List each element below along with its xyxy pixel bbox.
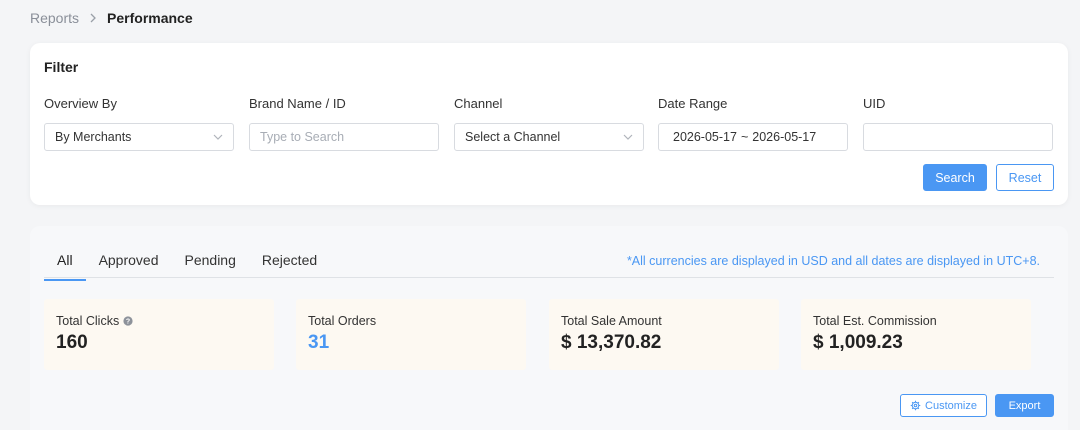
date-range-separator: ~ [740, 130, 749, 144]
overview-by-field: Overview By By Merchants [44, 96, 234, 151]
uid-input[interactable] [874, 130, 1042, 144]
stat-total-sale-amount: Total Sale Amount $ 13,370.82 [549, 299, 779, 370]
customize-button[interactable]: Customize [900, 394, 987, 417]
currency-notice: *All currencies are displayed in USD and… [626, 254, 1040, 268]
uid-label: UID [863, 96, 886, 111]
stat-value: $ 1,009.23 [813, 332, 903, 353]
status-tabs: All Approved Pending Rejected [44, 252, 330, 281]
breadcrumb: Reports Performance [30, 10, 193, 26]
tab-pending[interactable]: Pending [172, 252, 249, 278]
brand-label: Brand Name / ID [249, 96, 346, 111]
tab-rejected[interactable]: Rejected [249, 252, 330, 278]
brand-input-box [249, 123, 439, 151]
overview-by-value: By Merchants [55, 130, 132, 144]
overview-by-select[interactable]: By Merchants [44, 123, 234, 151]
brand-field: Brand Name / ID [249, 96, 439, 151]
tab-all[interactable]: All [44, 252, 86, 281]
reset-button[interactable]: Reset [996, 164, 1054, 191]
date-range-start: 2026-05-17 [673, 130, 737, 144]
brand-search-input[interactable] [260, 130, 428, 144]
stat-value-link[interactable]: 31 [308, 332, 514, 354]
search-button[interactable]: Search [923, 164, 987, 191]
overview-by-label: Overview By [44, 96, 117, 111]
date-range-picker[interactable]: 2026-05-17 ~ 2026-05-17 [658, 123, 848, 151]
chevron-down-icon [623, 134, 633, 140]
svg-text:?: ? [126, 319, 130, 326]
filter-title: Filter [44, 59, 79, 75]
export-button[interactable]: Export [995, 394, 1054, 417]
stat-label-text: Total Clicks [56, 314, 120, 328]
date-range-field: Date Range 2026-05-17 ~ 2026-05-17 [658, 96, 848, 151]
stat-total-orders: Total Orders 31 [296, 299, 526, 370]
help-circle-icon[interactable]: ? [123, 316, 133, 326]
stat-value: 160 [56, 332, 88, 353]
stat-total-est-commission: Total Est. Commission $ 1,009.23 [801, 299, 1031, 370]
page-title: Performance [107, 10, 193, 26]
stat-total-clicks: Total Clicks ? 160 [44, 299, 274, 370]
stat-label: Total Sale Amount [561, 314, 662, 328]
breadcrumb-reports-link[interactable]: Reports [30, 10, 79, 26]
stat-value: $ 13,370.82 [561, 332, 662, 353]
chevron-down-icon [213, 134, 223, 140]
uid-input-box [863, 123, 1053, 151]
channel-value: Select a Channel [465, 130, 561, 144]
customize-label: Customize [925, 399, 977, 412]
tabs-divider [44, 277, 1054, 278]
date-range-label: Date Range [658, 96, 728, 111]
stat-label: Total Orders [308, 314, 377, 328]
channel-select[interactable]: Select a Channel [454, 123, 644, 151]
stat-label: Total Est. Commission [813, 314, 937, 328]
channel-field: Channel Select a Channel [454, 96, 644, 151]
tab-approved[interactable]: Approved [86, 252, 172, 278]
filter-panel: Filter Overview By By Merchants Brand Na… [30, 43, 1068, 205]
stat-label: Total Clicks ? [56, 314, 262, 328]
date-range-end: 2026-05-17 [752, 130, 817, 144]
chevron-right-icon [89, 10, 97, 26]
uid-field: UID [863, 96, 1053, 151]
gear-icon [910, 400, 921, 411]
channel-label: Channel [454, 96, 503, 111]
results-panel: All Approved Pending Rejected *All curre… [30, 226, 1068, 430]
